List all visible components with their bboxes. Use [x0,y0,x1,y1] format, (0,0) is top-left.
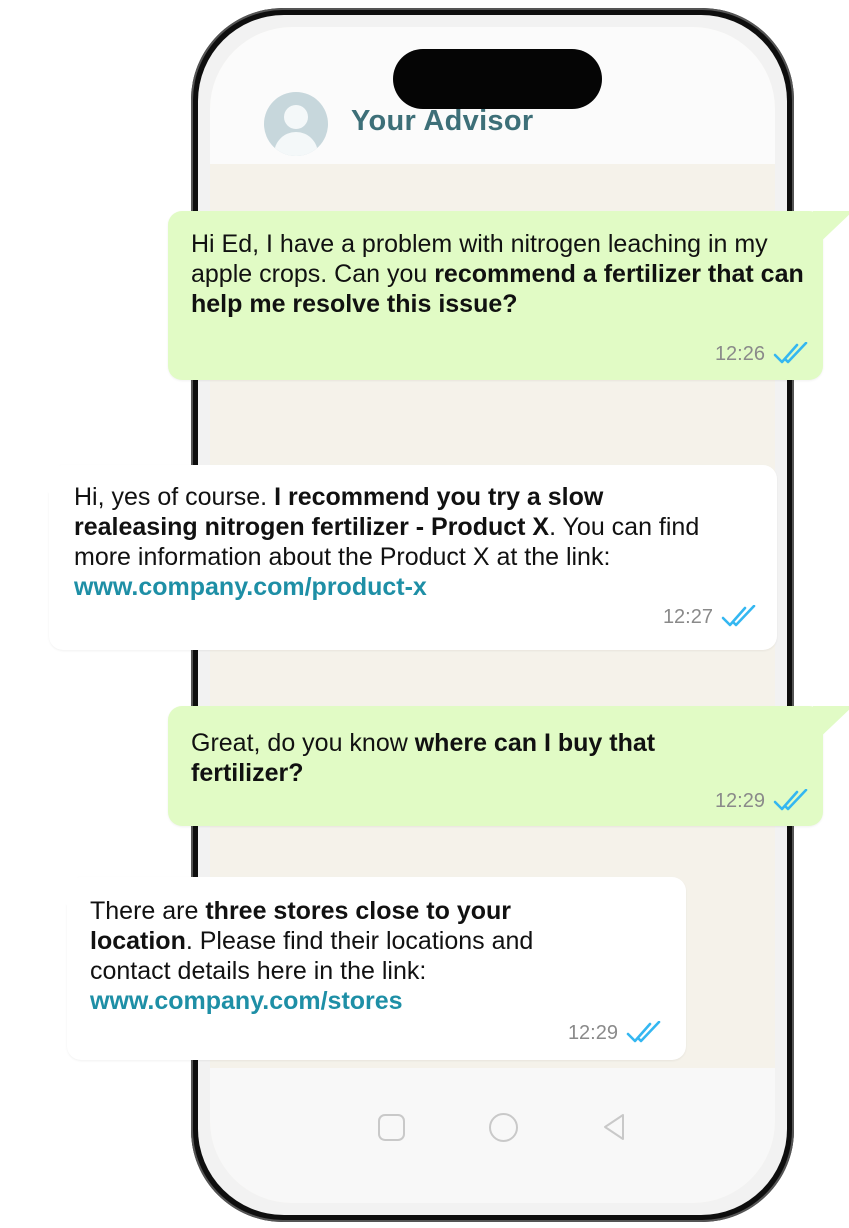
double-check-icon [773,789,808,811]
message-bubble-outgoing[interactable]: Hi Ed, I have a problem with nitrogen le… [168,211,849,380]
message-bubble-incoming[interactable]: Hi, yes of course. I recommend you try a… [19,465,777,650]
message-text: Great, do you know where can I buy that … [191,729,656,787]
message-meta: 12:29 [568,1018,662,1048]
message-time: 12:29 [714,790,765,812]
message-meta: 12:26 [715,339,809,369]
bubble-tail [813,211,849,249]
recent-apps-icon[interactable] [376,1112,406,1142]
double-check-icon [721,605,756,627]
product-link[interactable]: www.company.com/product-x [74,573,427,601]
contact-name[interactable]: Your Advisor [351,105,533,138]
message-text: Hi Ed, I have a problem with nitrogen le… [191,230,804,318]
message-time: 12:27 [662,606,713,628]
stores-link[interactable]: www.company.com/stores [90,987,403,1015]
double-check-icon [626,1021,661,1043]
message-bubble-outgoing[interactable]: Great, do you know where can I buy that … [168,706,849,826]
message-text: There are three stores close to your loc… [90,897,534,1015]
android-navbar [210,1068,775,1203]
double-check-icon [773,342,808,364]
message-time: 12:29 [567,1022,618,1044]
message-bubble-incoming[interactable]: There are three stores close to your loc… [37,877,686,1060]
bubble-tail [37,877,77,915]
bubble-tail [19,465,59,503]
message-meta: 12:27 [663,602,757,632]
message-text: Hi, yes of course. I recommend you try a… [74,483,700,601]
message-meta: 12:29 [715,786,809,816]
back-icon[interactable] [600,1112,630,1142]
user-avatar-icon[interactable] [264,92,328,156]
message-time: 12:26 [714,343,765,365]
bubble-tail [813,706,849,744]
home-icon[interactable] [488,1112,518,1142]
camera-notch [393,49,602,109]
chat-header: Your Advisor [210,27,775,164]
